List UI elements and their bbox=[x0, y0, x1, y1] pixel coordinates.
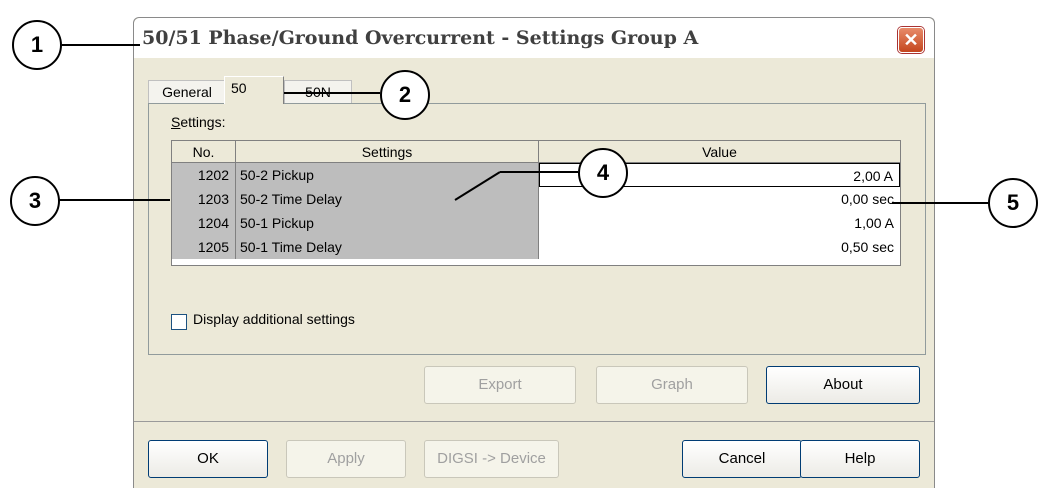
callout-1: 1 bbox=[12, 20, 62, 70]
callout-2: 2 bbox=[380, 70, 430, 120]
callout-5: 5 bbox=[988, 178, 1038, 228]
callout-4: 4 bbox=[578, 148, 628, 198]
callout-leader-lines bbox=[58, 44, 988, 204]
tab-50[interactable]: 50 bbox=[224, 76, 284, 104]
callout-3: 3 bbox=[10, 176, 60, 226]
